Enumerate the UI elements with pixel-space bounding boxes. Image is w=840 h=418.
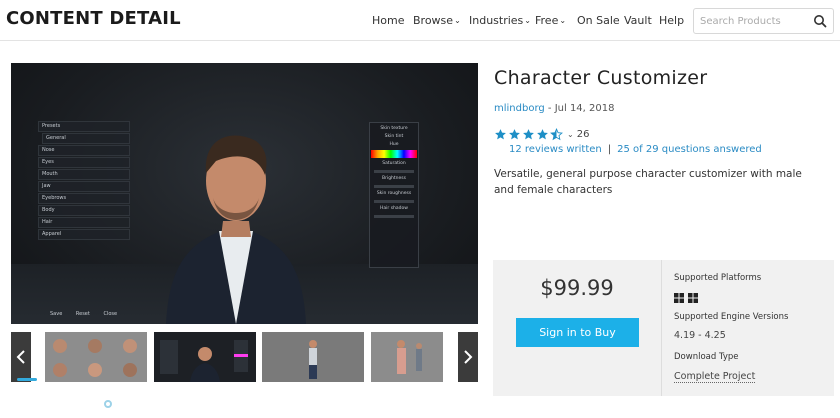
questions-link[interactable]: 25 of 29 questions answered: [617, 144, 762, 155]
page-title: CONTENT DETAIL: [6, 8, 181, 29]
carousel-dot[interactable]: [104, 400, 112, 408]
chevron-down-icon: ⌄: [524, 16, 531, 25]
overlay-slider: [374, 185, 414, 188]
thumbnail-2-selected[interactable]: [154, 332, 256, 382]
overlay-label: Hue: [389, 142, 399, 147]
panel-divider: [661, 260, 662, 396]
sign-in-to-buy-button[interactable]: Sign in to Buy: [516, 318, 639, 347]
chevron-down-icon: ⌄: [567, 129, 574, 139]
price: $99.99: [540, 276, 614, 300]
site-header: CONTENT DETAIL Home Browse⌄ Industries⌄ …: [0, 0, 840, 41]
thumbnail-4[interactable]: [371, 332, 443, 382]
download-type-link: Complete Project: [674, 371, 756, 383]
overlay-label: Hair shadow: [380, 206, 408, 211]
main-preview-image[interactable]: Presets General Nose Eyes Mouth Jaw Eyeb…: [11, 63, 478, 324]
overlay-row: Mouth: [38, 169, 130, 180]
nav-free[interactable]: Free⌄: [535, 14, 566, 27]
chevron-left-icon: [16, 350, 25, 364]
overlay-slider: [374, 170, 414, 173]
nav-on-sale[interactable]: On Sale: [577, 14, 620, 27]
review-separator: |: [607, 144, 612, 155]
overlay-row: Presets: [38, 121, 130, 132]
overlay-save-button: Save: [50, 311, 63, 317]
purchase-panel: $99.99 Sign in to Buy Supported Platform…: [493, 260, 834, 396]
search-input[interactable]: [694, 9, 804, 34]
platforms-label: Supported Platforms: [674, 273, 762, 283]
overlay-close-button: Close: [103, 311, 118, 317]
nav-home[interactable]: Home: [372, 14, 404, 27]
author-link[interactable]: mlindborg: [494, 103, 545, 114]
overlay-buttons: Save Reset Close: [50, 311, 129, 317]
overlay-slider: [374, 215, 414, 218]
star-full-icon: [537, 128, 548, 139]
rating-widget[interactable]: ⌄ 26: [494, 126, 589, 142]
nav-help[interactable]: Help: [659, 14, 684, 27]
overlay-left-panel: Presets General Nose Eyes Mouth Jaw Eyeb…: [38, 121, 130, 317]
engine-versions-value: 4.19 - 4.25: [674, 330, 726, 341]
byline-separator: -: [544, 103, 555, 114]
windows-icon: [674, 293, 684, 303]
star-half-icon: [550, 127, 563, 140]
product-byline: mlindborg - Jul 14, 2018: [494, 103, 614, 114]
overlay-row: Nose: [38, 145, 130, 156]
download-type-label: Download Type: [674, 352, 739, 362]
overlay-row: Apparel: [38, 229, 130, 240]
review-links: 12 reviews written | 25 of 29 questions an…: [509, 144, 762, 155]
carousel-indicator-active: [17, 378, 37, 381]
overlay-row: General: [42, 133, 130, 144]
star-full-icon: [495, 128, 506, 139]
thumbnail-3[interactable]: [262, 332, 364, 382]
product-title: Character Customizer: [494, 67, 708, 89]
overlay-row: Body: [38, 205, 130, 216]
star-full-icon: [523, 128, 534, 139]
search-icon[interactable]: [813, 14, 827, 28]
thumbnail-1[interactable]: [45, 332, 147, 382]
hue-gradient: [371, 150, 417, 158]
overlay-row: Eyes: [38, 157, 130, 168]
chevron-right-icon: [464, 350, 473, 364]
thumbnail-next-button[interactable]: [458, 332, 478, 382]
thumbnail-image: [154, 332, 256, 382]
engine-versions-label: Supported Engine Versions: [674, 312, 789, 322]
thumbnail-image: [262, 332, 364, 382]
nav-vault[interactable]: Vault: [624, 14, 652, 27]
overlay-row: Hair: [38, 217, 130, 228]
product-description: Versatile, general purpose character cus…: [494, 168, 802, 196]
overlay-label: Skin texture: [380, 126, 408, 131]
reviews-link[interactable]: 12 reviews written: [509, 144, 602, 155]
overlay-label: Skin roughness: [376, 191, 412, 196]
thumbnail-prev-button[interactable]: [11, 332, 31, 382]
nav-browse[interactable]: Browse⌄: [413, 14, 461, 27]
windows-icon: [688, 293, 698, 303]
overlay-slider: [374, 200, 414, 203]
overlay-right-panel: Skin texture Skin tint Hue Saturation Br…: [369, 122, 419, 268]
character-figure: [166, 135, 306, 324]
overlay-row: Eyebrows: [38, 193, 130, 204]
download-type-value[interactable]: Complete Project: [674, 371, 756, 383]
star-full-icon: [509, 128, 520, 139]
overlay-label: Saturation: [382, 161, 406, 166]
chevron-down-icon: ⌄: [559, 16, 567, 25]
overlay-reset-button: Reset: [75, 311, 90, 317]
nav-industries[interactable]: Industries⌄: [469, 14, 531, 27]
overlay-label: Skin tint: [384, 134, 404, 139]
rating-count: 26: [576, 128, 590, 140]
release-date: Jul 14, 2018: [554, 103, 615, 114]
chevron-down-icon: ⌄: [454, 16, 461, 25]
thumbnail-image: [45, 332, 147, 382]
overlay-label: Brightness: [382, 176, 406, 181]
thumbnail-image: [371, 332, 443, 382]
search-box: [693, 8, 834, 34]
overlay-row: Jaw: [38, 181, 130, 192]
